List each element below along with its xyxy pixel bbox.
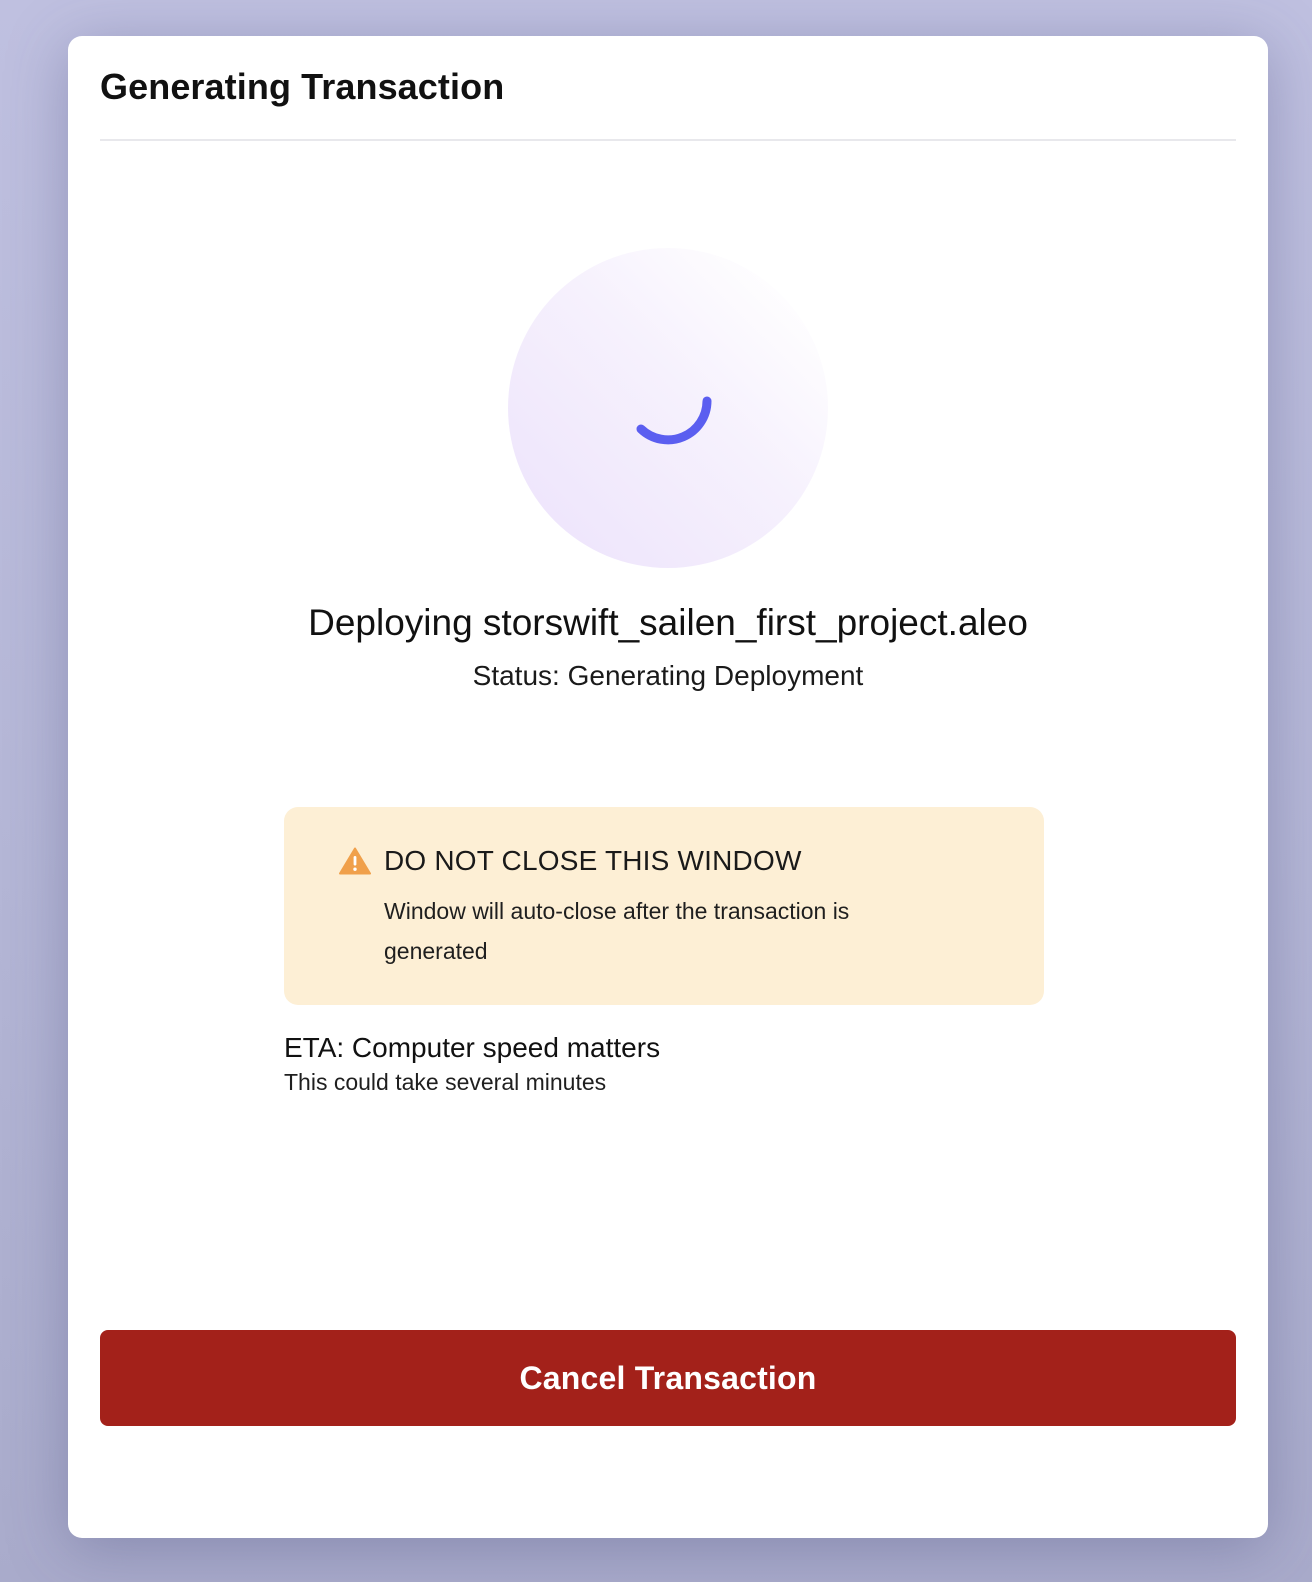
cancel-transaction-button[interactable]: Cancel Transaction <box>100 1330 1236 1426</box>
warning-triangle-icon <box>339 847 371 875</box>
deployment-title: Deploying storswift_sailen_first_project… <box>308 602 1028 643</box>
warning-text: Window will auto-close after the transac… <box>384 898 850 964</box>
eta-title: ETA: Computer speed matters <box>284 1032 661 1063</box>
do-not-close-warning: DO NOT CLOSE THIS WINDOW Window will aut… <box>284 807 1044 1005</box>
eta-text: This could take several minutes <box>284 1069 607 1095</box>
modal-title: Generating Transaction <box>100 66 505 107</box>
header-divider <box>100 139 1236 141</box>
generating-transaction-modal: Generating Transaction Deploying storswi… <box>68 36 1268 1538</box>
loading-spinner-icon <box>636 396 712 445</box>
deployment-status: Status: Generating Deployment <box>472 660 864 691</box>
warning-title: DO NOT CLOSE THIS WINDOW <box>384 845 802 876</box>
